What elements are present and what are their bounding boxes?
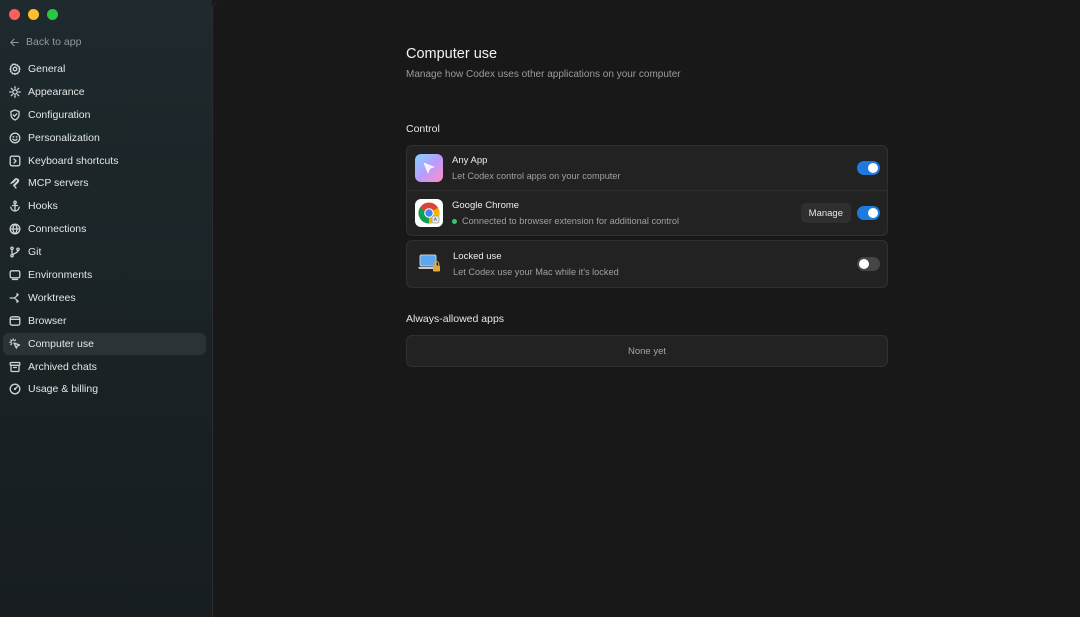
- any-app-description-text: Let Codex control apps on your computer: [452, 171, 621, 181]
- google-chrome-row: Google Chrome Connected to browser exten…: [407, 191, 887, 236]
- sidebar-item-label: Usage & billing: [28, 383, 99, 396]
- google-chrome-toggle[interactable]: [857, 206, 880, 220]
- sidebar-item-label: Personalization: [28, 131, 100, 144]
- anchor-icon: [9, 200, 21, 212]
- manage-chrome-button[interactable]: Manage: [800, 203, 851, 223]
- git-branch-icon: [9, 246, 21, 258]
- google-chrome-description: Connected to browser extension for addit…: [452, 216, 679, 226]
- sidebar-item-label: Connections: [28, 223, 87, 236]
- sidebar-item-personalization[interactable]: Personalization: [3, 127, 206, 149]
- laptop-lock-graphic: [418, 254, 440, 272]
- sidebar-item-archived-chats[interactable]: Archived chats: [3, 356, 206, 378]
- monitor-icon: [9, 269, 21, 281]
- sidebar-item-keyboard-shortcuts[interactable]: Keyboard shortcuts: [3, 150, 206, 172]
- sidebar-item-label: Keyboard shortcuts: [28, 154, 119, 167]
- any-app-row: Any App Let Codex control apps on your c…: [407, 146, 887, 191]
- locked-use-description-text: Let Codex use your Mac while it's locked: [453, 267, 619, 277]
- sidebar-item-general[interactable]: General: [3, 58, 206, 80]
- locked-use-title: Locked use: [453, 251, 502, 262]
- always-allowed-section-title: Always-allowed apps: [406, 313, 505, 325]
- control-section-title: Control: [406, 123, 440, 135]
- laptop-lock-icon: [417, 253, 443, 275]
- sidebar-item-mcp-servers[interactable]: MCP servers: [3, 172, 206, 194]
- sidebar-item-label: Browser: [28, 314, 67, 327]
- google-chrome-description-text: Connected to browser extension for addit…: [462, 216, 680, 226]
- sidebar-item-label: Appearance: [28, 85, 85, 98]
- any-app-toggle[interactable]: [857, 161, 880, 175]
- any-app-icon: [415, 154, 443, 182]
- any-app-title: Any App: [452, 155, 488, 166]
- back-to-app-label: Back to app: [26, 36, 82, 48]
- cursor-click-icon: [9, 338, 21, 350]
- chrome-logo-icon: [418, 202, 440, 224]
- control-card: Any App Let Codex control apps on your c…: [406, 145, 888, 236]
- worktree-icon: [9, 292, 21, 304]
- gear-icon: [9, 63, 21, 75]
- locked-use-toggle[interactable]: [857, 257, 880, 271]
- sidebar: Back to app General Appearance Configura…: [0, 0, 212, 617]
- back-to-app-link[interactable]: Back to app: [9, 34, 81, 50]
- sidebar-item-environments[interactable]: Environments: [3, 264, 206, 286]
- sidebar-item-git[interactable]: Git: [3, 241, 206, 263]
- locked-use-row: Locked use Let Codex use your Mac while …: [407, 241, 887, 287]
- page-subtitle: Manage how Codex uses other applications…: [406, 69, 681, 80]
- smile-icon: [9, 132, 21, 144]
- always-allowed-apps-list: None yet: [406, 335, 888, 367]
- computer-use-settings: Computer use Manage how Codex uses other…: [406, 46, 888, 367]
- sidebar-item-label: MCP servers: [28, 177, 89, 190]
- google-chrome-title: Google Chrome: [452, 200, 520, 211]
- sidebar-item-label: Computer use: [28, 337, 94, 350]
- pointer-arrow-icon: [423, 162, 435, 174]
- keyboard-icon: [9, 155, 21, 167]
- any-app-description: Let Codex control apps on your computer: [452, 171, 621, 181]
- sidebar-item-configuration[interactable]: Configuration: [3, 104, 206, 126]
- sidebar-item-usage-billing[interactable]: Usage & billing: [3, 378, 206, 400]
- sidebar-item-hooks[interactable]: Hooks: [3, 195, 206, 217]
- window-controls: [9, 9, 58, 20]
- always-allowed-empty-label: None yet: [627, 345, 667, 357]
- mcp-icon: [9, 177, 21, 190]
- archive-icon: [9, 361, 21, 373]
- settings-window: Back to app General Appearance Configura…: [0, 0, 1080, 617]
- sidebar-item-worktrees[interactable]: Worktrees: [3, 287, 206, 309]
- sidebar-item-label: Configuration: [28, 108, 91, 121]
- locked-use-card: Locked use Let Codex use your Mac while …: [406, 240, 888, 288]
- sidebar-item-label: General: [28, 63, 66, 75]
- sidebar-item-browser[interactable]: Browser: [3, 310, 206, 332]
- browser-icon: [9, 315, 21, 327]
- close-window-button[interactable]: [9, 9, 20, 20]
- arrow-left-icon: [10, 38, 19, 46]
- sidebar-item-label: Environments: [28, 269, 93, 282]
- page-title: Computer use: [406, 46, 498, 62]
- locked-use-description: Let Codex use your Mac while it's locked: [453, 267, 619, 277]
- connected-status-dot: [452, 218, 457, 224]
- gauge-icon: [9, 383, 21, 395]
- sidebar-item-connections[interactable]: Connections: [3, 218, 206, 240]
- shield-icon: [9, 109, 21, 121]
- sun-icon: [9, 86, 21, 98]
- settings-main: Computer use Manage how Codex uses other…: [212, 0, 1080, 617]
- sidebar-item-appearance[interactable]: Appearance: [3, 81, 206, 103]
- sidebar-item-label: Worktrees: [28, 291, 76, 304]
- sidebar-item-computer-use[interactable]: Computer use: [3, 332, 206, 355]
- chrome-icon: [415, 199, 443, 227]
- sidebar-item-label: Archived chats: [28, 360, 97, 373]
- zoom-window-button[interactable]: [47, 9, 58, 20]
- minimize-window-button[interactable]: [28, 9, 39, 20]
- sidebar-item-label: Git: [28, 246, 42, 259]
- sidebar-item-label: Hooks: [28, 200, 58, 213]
- settings-nav: General Appearance Configuration Persona…: [3, 58, 206, 401]
- globe-icon: [9, 223, 21, 235]
